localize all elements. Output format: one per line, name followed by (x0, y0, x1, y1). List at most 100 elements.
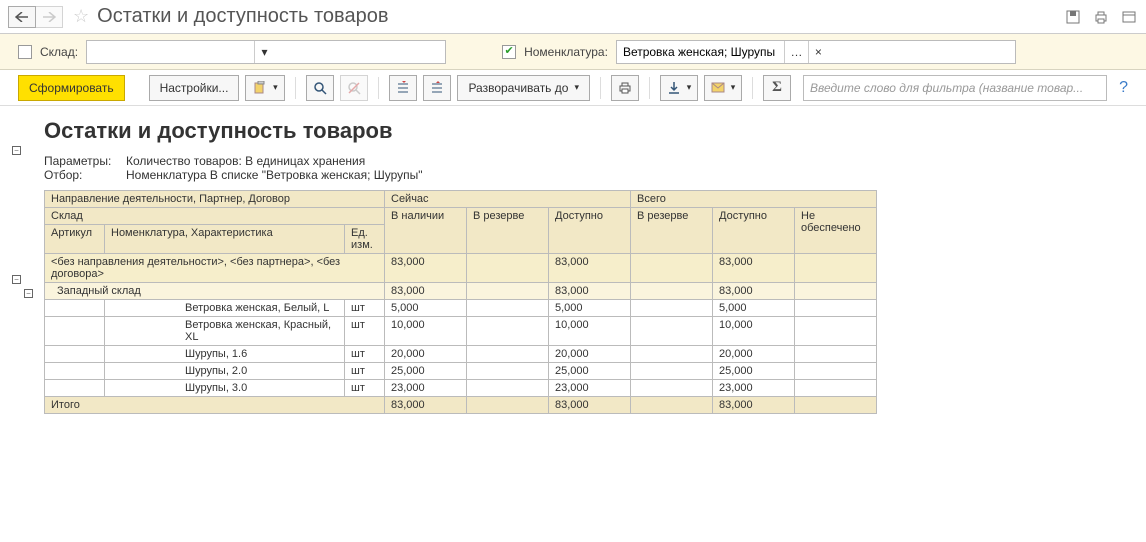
outline-toggle[interactable]: − (12, 146, 21, 155)
filter-label: Отбор: (44, 168, 126, 182)
cell: Шурупы, 3.0 (105, 380, 345, 397)
table-total-row: Итого 83,000 83,000 83,000 (45, 397, 877, 414)
clear-icon[interactable]: × (808, 41, 828, 63)
collapse-icon (430, 81, 444, 95)
cell: 5,000 (385, 300, 467, 317)
cell: 10,000 (549, 317, 631, 346)
col-dim-group: Направление деятельности, Партнер, Догов… (45, 191, 385, 208)
find-cancel-button[interactable] (340, 75, 368, 101)
cell: 83,000 (713, 254, 795, 283)
expand-to-label: Разворачивать до (468, 81, 568, 95)
cell: шт (345, 300, 385, 317)
report-table: Направление деятельности, Партнер, Догов… (44, 190, 877, 414)
settings-button[interactable]: Настройки... (149, 75, 240, 101)
cell: Ветровка женская, Красный, XL (105, 317, 345, 346)
outline-gutter: − − − (0, 106, 40, 542)
col-available: Доступно (549, 208, 631, 254)
mail-icon (711, 82, 725, 94)
table-group-row[interactable]: Западный склад 83,000 83,000 83,000 (45, 283, 877, 300)
total-label: Итого (45, 397, 385, 414)
save-report-button[interactable]: ▾ (660, 75, 698, 101)
cell: 83,000 (713, 283, 795, 300)
cell: 25,000 (385, 363, 467, 380)
download-icon (667, 81, 681, 95)
table-row[interactable]: Ветровка женская, Белый, Lшт 5,0005,0005… (45, 300, 877, 317)
cell: 10,000 (385, 317, 467, 346)
col-t-reserved: В резерве (631, 208, 713, 254)
search-cancel-icon (347, 81, 361, 95)
cell: 25,000 (713, 363, 795, 380)
cell: 23,000 (385, 380, 467, 397)
save-icon[interactable] (1064, 8, 1082, 26)
cell: 83,000 (385, 254, 467, 283)
table-row[interactable]: Шурупы, 2.0шт 25,00025,00025,000 (45, 363, 877, 380)
sum-button[interactable]: Σ (763, 75, 791, 101)
col-t-available: Доступно (713, 208, 795, 254)
col-not-provided: Не обеспечено (795, 208, 877, 254)
col-in-stock: В наличии (385, 208, 467, 254)
cell: 83,000 (713, 397, 795, 414)
filter-placeholder: Введите слово для фильтра (название това… (810, 81, 1083, 95)
cell: 10,000 (713, 317, 795, 346)
report-body: Остатки и доступность товаров Параметры:… (40, 106, 1146, 542)
outline-toggle[interactable]: − (24, 289, 33, 298)
help-icon[interactable]: ? (1119, 79, 1128, 97)
table-row[interactable]: Шурупы, 1.6шт 20,00020,00020,000 (45, 346, 877, 363)
warehouse-input[interactable] (87, 41, 254, 63)
ellipsis-icon[interactable]: … (784, 41, 808, 63)
variant-button[interactable]: ▾ (245, 75, 285, 101)
col-total: Всего (631, 191, 877, 208)
favorite-icon[interactable]: ☆ (73, 6, 89, 27)
col-reserved: В резерве (467, 208, 549, 254)
send-button[interactable]: ▾ (704, 75, 742, 101)
nomenclature-checkbox[interactable] (502, 45, 516, 59)
window-icon[interactable] (1120, 8, 1138, 26)
outline-toggle[interactable]: − (12, 275, 21, 284)
table-row[interactable]: Ветровка женская, Красный, XLшт 10,00010… (45, 317, 877, 346)
filter-input[interactable]: Введите слово для фильтра (название това… (803, 75, 1107, 101)
warehouse-combo[interactable]: ▾ (86, 40, 446, 64)
settings-button-label: Настройки... (160, 81, 229, 95)
cell: 83,000 (549, 254, 631, 283)
cell: шт (345, 363, 385, 380)
search-icon (313, 81, 327, 95)
cell: 23,000 (549, 380, 631, 397)
col-warehouse: Склад (45, 208, 385, 225)
cell: 83,000 (549, 283, 631, 300)
cell: Шурупы, 1.6 (105, 346, 345, 363)
form-button-label: Сформировать (29, 81, 114, 95)
nav-forward-button[interactable] (35, 6, 63, 28)
nav-back-button[interactable] (8, 6, 36, 28)
find-button[interactable] (306, 75, 334, 101)
expand-to-button[interactable]: Разворачивать до▾ (457, 75, 590, 101)
dropdown-icon[interactable]: ▾ (254, 41, 274, 63)
collapse-all-button[interactable] (423, 75, 451, 101)
toolbar: Сформировать Настройки... ▾ Разворачиват… (0, 70, 1146, 106)
table-group-row[interactable]: <без направления деятельности>, <без пар… (45, 254, 877, 283)
report-params: Параметры:Количество товаров: В единицах… (44, 154, 1134, 182)
nomenclature-combo[interactable]: … × (616, 40, 1016, 64)
params-value: Количество товаров: В единицах хранения (126, 154, 365, 168)
params-label: Параметры: (44, 154, 126, 168)
nomenclature-input[interactable] (617, 41, 784, 63)
cell: 5,000 (549, 300, 631, 317)
expand-icon (396, 81, 410, 95)
cell: 83,000 (385, 283, 467, 300)
cell: 20,000 (385, 346, 467, 363)
title-bar: ☆ Остатки и доступность товаров (0, 0, 1146, 34)
nomenclature-label: Номенклатура: (524, 45, 608, 59)
print-button[interactable] (611, 75, 639, 101)
filter-bar: Склад: ▾ Номенклатура: … × (0, 34, 1146, 70)
printer-icon (618, 81, 632, 95)
cell: 20,000 (549, 346, 631, 363)
table-row[interactable]: Шурупы, 3.0шт 23,00023,00023,000 (45, 380, 877, 397)
print-icon[interactable] (1092, 8, 1110, 26)
group1-label: <без направления деятельности>, <без пар… (45, 254, 385, 283)
group2-label: Западный склад (45, 283, 385, 300)
clipboard-icon (253, 81, 267, 95)
expand-all-button[interactable] (389, 75, 417, 101)
cell: 5,000 (713, 300, 795, 317)
filter-value: Номенклатура В списке "Ветровка женская;… (126, 168, 423, 182)
form-button[interactable]: Сформировать (18, 75, 125, 101)
warehouse-checkbox[interactable] (18, 45, 32, 59)
